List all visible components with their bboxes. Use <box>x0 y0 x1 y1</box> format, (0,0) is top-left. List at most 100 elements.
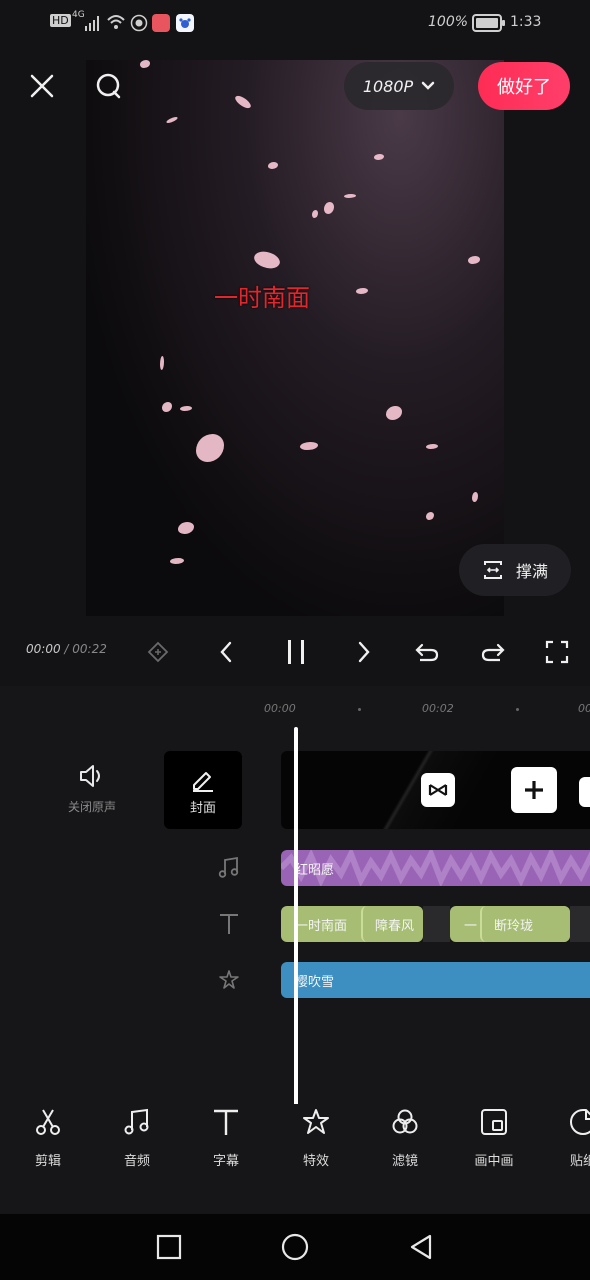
speaker-icon <box>80 765 100 787</box>
next-clip-thumbnail[interactable] <box>579 777 590 807</box>
transition-button[interactable] <box>421 773 455 807</box>
petal <box>170 558 184 564</box>
play-pause-button[interactable] <box>278 632 314 672</box>
ruler-dot <box>516 708 519 711</box>
tool-picture-in-picture[interactable]: 画中画 <box>459 1104 529 1169</box>
petal <box>268 162 278 169</box>
tool-edit[interactable]: 剪辑 <box>13 1104 83 1169</box>
resolution-value: 1080P <box>362 76 414 96</box>
tool-audio[interactable]: 音频 <box>102 1104 172 1169</box>
text-clip-nested-label: 断玲珑 <box>494 918 534 934</box>
close-icon <box>30 74 54 98</box>
video-preview[interactable]: 一时南面 <box>86 60 504 616</box>
text-clip-label: 一时南面 <box>295 918 348 934</box>
scissors-icon <box>36 1109 60 1135</box>
circle-icon <box>281 1233 309 1261</box>
navigation-bar <box>0 1214 590 1280</box>
text-clip-nested-label: 障春风 <box>375 918 415 934</box>
petal <box>233 93 253 111</box>
time-display: 00:00 / 00:22 <box>26 642 107 656</box>
filter-circles-icon <box>392 1109 418 1134</box>
home-button[interactable] <box>274 1226 316 1268</box>
ruler-tick: 00 <box>578 702 590 715</box>
petal <box>165 116 179 124</box>
square-icon <box>156 1234 182 1260</box>
tool-text[interactable]: 字幕 <box>191 1104 261 1169</box>
previous-frame-button[interactable] <box>210 634 242 670</box>
tool-label: 音频 <box>123 1154 150 1169</box>
audio-clip[interactable]: 红昭愿 <box>281 850 590 886</box>
bottom-toolbar: 剪辑 音频 字幕 特效 滤镜 画中画 贴纸 <box>0 1104 590 1214</box>
fullscreen-icon <box>545 640 569 664</box>
help-button[interactable] <box>88 66 128 106</box>
resolution-selector[interactable]: 1080P <box>344 62 454 110</box>
fill-screen-button[interactable]: 撑满 <box>459 544 571 596</box>
petal <box>300 442 318 450</box>
ruler-tick: 00:00 <box>264 702 296 715</box>
audio-clip-label: 红昭愿 <box>295 862 335 878</box>
petal <box>374 154 384 160</box>
tool-label: 字幕 <box>212 1154 239 1169</box>
playhead[interactable] <box>294 727 298 1110</box>
hd-indicator: HD <box>50 14 71 27</box>
text-clip-nested[interactable]: 断玲珑 <box>480 906 570 942</box>
next-frame-button[interactable] <box>348 634 380 670</box>
petal <box>356 288 368 294</box>
battery-icon <box>472 14 505 32</box>
app-notification-icon <box>152 14 170 32</box>
transition-bowtie-icon <box>428 784 448 796</box>
ruler-dot <box>358 708 361 711</box>
petal <box>344 194 356 198</box>
petal <box>162 402 172 412</box>
undo-button[interactable] <box>410 634 444 670</box>
text-clip[interactable]: 一 断玲珑 <box>450 906 570 942</box>
cover-label: 封面 <box>189 800 216 816</box>
chevron-down-icon <box>421 81 435 90</box>
keyframe-button[interactable] <box>142 636 174 668</box>
pencil-icon <box>193 771 213 792</box>
petal <box>324 202 334 214</box>
keyframe-diamond-icon <box>147 641 169 663</box>
text-clip[interactable]: 一时南面 障春风 <box>281 906 423 942</box>
petal <box>180 406 192 411</box>
text-clip-nested[interactable]: 障春风 <box>361 906 423 942</box>
picture-in-picture-icon <box>481 1109 507 1135</box>
tool-stickers[interactable]: 贴纸 <box>548 1104 590 1169</box>
petal <box>426 444 438 449</box>
redo-button[interactable] <box>476 634 510 670</box>
add-clip-button[interactable] <box>511 767 557 813</box>
preview-area: 一时南面 1080P 做好了 撑满 <box>0 46 590 686</box>
chevron-right-icon <box>358 641 370 663</box>
tool-effects[interactable]: 特效 <box>281 1104 351 1169</box>
petal <box>140 60 150 68</box>
tool-label: 贴纸 <box>569 1154 590 1169</box>
sticker-icon <box>570 1109 590 1135</box>
battery-percent: 100% <box>428 14 469 30</box>
star-sparkle-icon <box>303 1109 329 1134</box>
music-note-icon <box>124 1108 149 1135</box>
recent-apps-button[interactable] <box>148 1226 190 1268</box>
effect-clip-label: 樱吹雪 <box>295 974 335 990</box>
close-button[interactable] <box>22 66 62 106</box>
text-track-gap <box>423 906 450 942</box>
mute-original-button[interactable]: 关闭原声 <box>52 762 132 815</box>
ruler-tick: 00:02 <box>422 702 454 715</box>
text-icon <box>214 1109 238 1135</box>
preview-caption: 一时南面 <box>214 284 310 312</box>
back-button[interactable] <box>400 1226 442 1268</box>
video-track[interactable] <box>281 751 590 829</box>
text-track-gap <box>570 906 590 942</box>
cover-button[interactable]: 封面 <box>164 751 242 829</box>
music-note-icon <box>218 856 239 878</box>
effect-clip[interactable]: 樱吹雪 <box>281 962 590 998</box>
tool-filters[interactable]: 滤镜 <box>370 1104 440 1169</box>
tool-label: 剪辑 <box>34 1154 61 1169</box>
wifi-icon <box>107 15 125 29</box>
petal <box>468 256 480 264</box>
petal <box>196 434 224 462</box>
done-button[interactable]: 做好了 <box>478 62 570 110</box>
fullscreen-button[interactable] <box>540 634 574 670</box>
mute-original-label: 关闭原声 <box>67 800 116 814</box>
fill-screen-label: 撑满 <box>515 562 548 581</box>
redo-icon <box>481 643 505 662</box>
